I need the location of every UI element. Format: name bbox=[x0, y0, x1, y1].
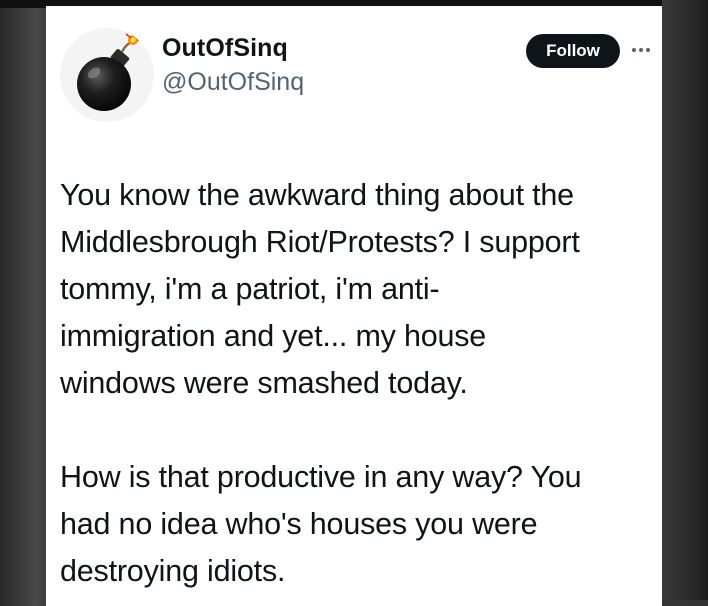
more-dot bbox=[632, 48, 636, 52]
author-handle[interactable]: @OutOfSinq bbox=[162, 68, 304, 97]
post-paragraph: How is that productive in any way? You h… bbox=[60, 460, 582, 588]
post-text: You know the awkward thing about the Mid… bbox=[60, 172, 656, 595]
more-dot bbox=[646, 48, 650, 52]
author-display-name[interactable]: OutOfSinq bbox=[162, 34, 288, 63]
follow-button[interactable]: Follow bbox=[526, 34, 620, 68]
more-options-icon[interactable] bbox=[626, 38, 656, 62]
post-paragraph: You know the awkward thing about the Mid… bbox=[60, 178, 580, 400]
background-edge bbox=[662, 0, 708, 600]
avatar[interactable] bbox=[60, 28, 154, 122]
more-dot bbox=[639, 48, 643, 52]
bomb-icon bbox=[77, 30, 142, 111]
post-card: OutOfSinq @OutOfSinq Follow You know the… bbox=[46, 6, 662, 606]
